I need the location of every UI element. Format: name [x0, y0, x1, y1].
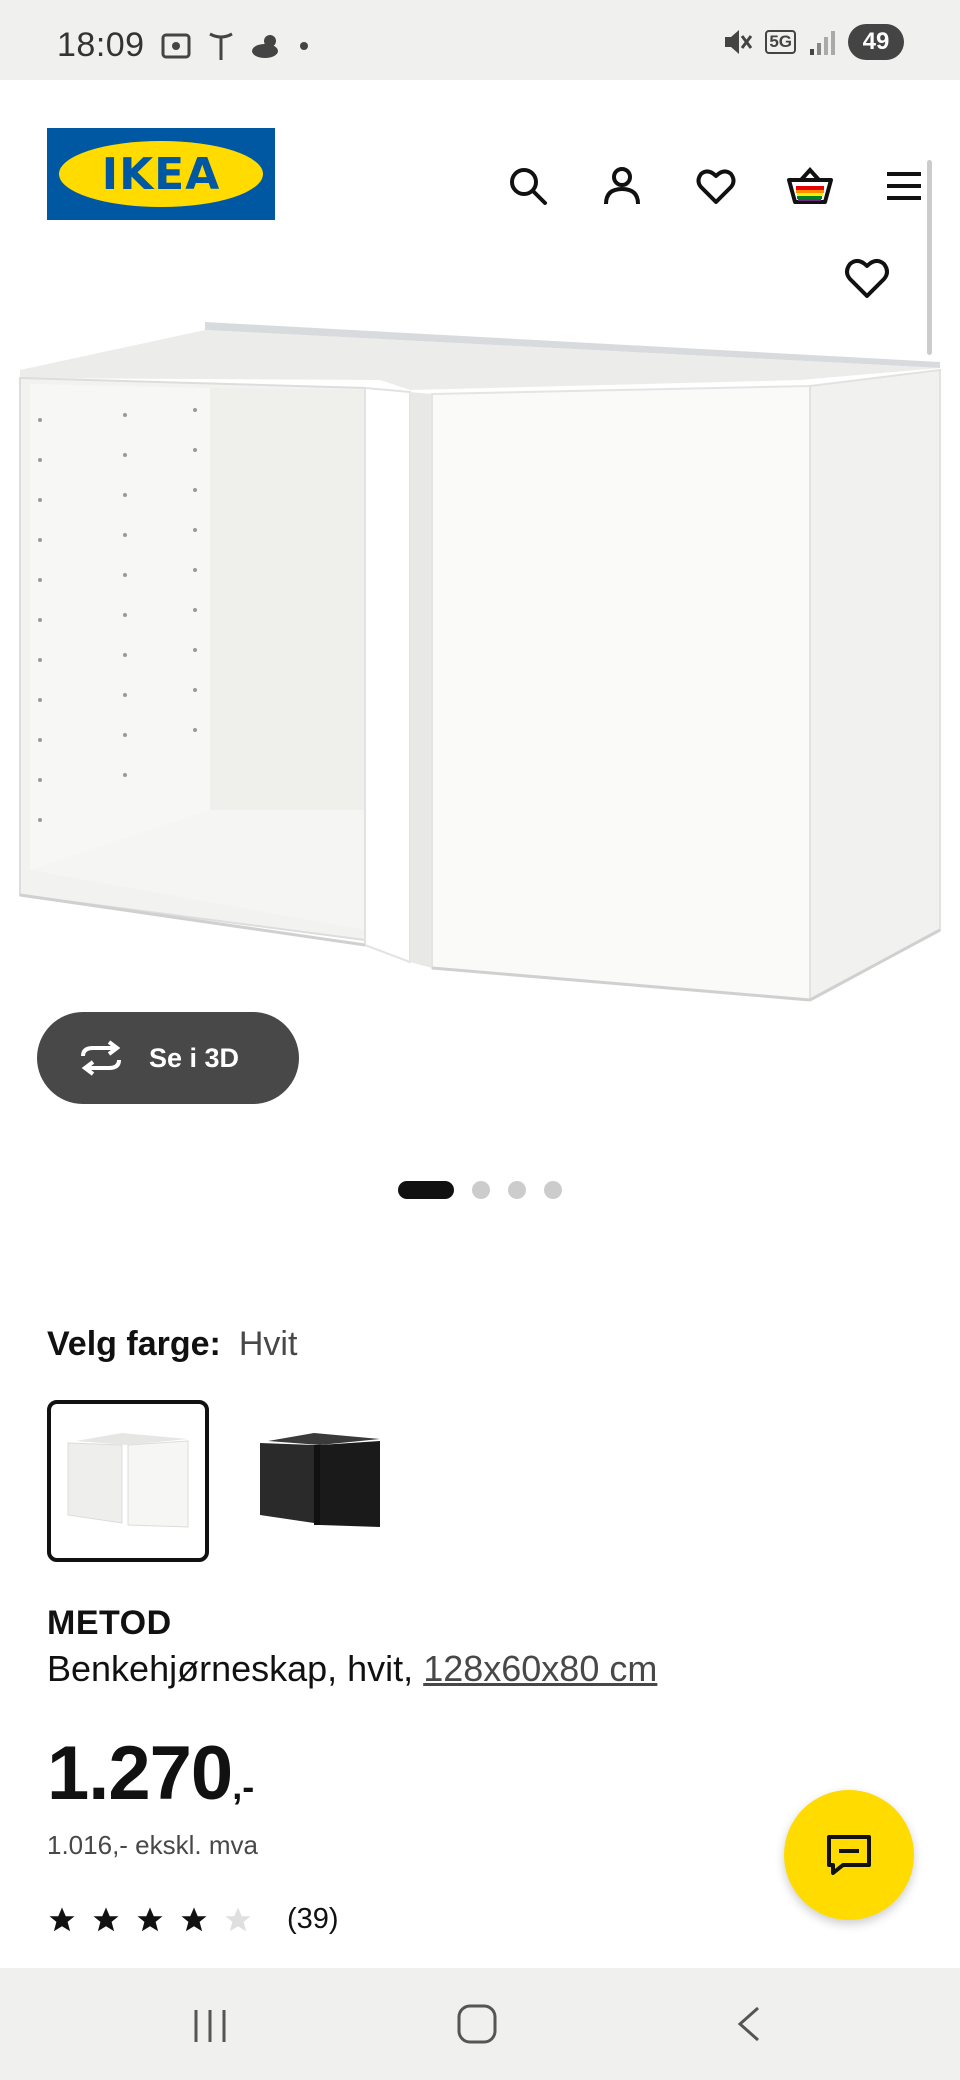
product-size-link[interactable]: 128x60x80 cm — [423, 1648, 657, 1689]
product-price: 1.270 ,- — [47, 1730, 254, 1817]
cart-button[interactable] — [774, 150, 846, 222]
color-value: Hvit — [238, 1325, 298, 1363]
account-icon — [604, 167, 640, 205]
system-navigation-bar — [0, 1968, 960, 2080]
chat-button[interactable] — [784, 1790, 914, 1920]
swatch-white[interactable] — [47, 1400, 209, 1562]
star-filled-icon — [137, 1907, 163, 1931]
view-in-3d-button[interactable]: Se i 3D — [37, 1012, 299, 1104]
weather-icon — [252, 35, 278, 58]
site-header: IKEA — [0, 80, 960, 270]
cart-icon — [787, 167, 833, 204]
product-name: METOD — [47, 1604, 172, 1642]
swatch-black[interactable] — [239, 1400, 401, 1562]
review-count: (39) — [287, 1903, 339, 1935]
product-rating[interactable]: (39) — [47, 1903, 339, 1936]
carousel-dot[interactable] — [472, 1181, 490, 1199]
home-icon[interactable] — [455, 2002, 499, 2046]
back-icon[interactable] — [730, 2004, 770, 2044]
status-time: 18:09 — [57, 26, 145, 64]
battery-indicator: 49 — [848, 24, 904, 60]
star-filled-icon — [93, 1907, 119, 1931]
network-badge: 5G — [765, 30, 796, 54]
star-filled-icon — [49, 1907, 75, 1931]
antenna-icon — [209, 32, 233, 60]
status-bar: 18:09 5G 49 — [0, 0, 960, 80]
status-system-icons: 5G 49 — [721, 24, 904, 60]
recent-apps-icon[interactable] — [190, 2006, 230, 2046]
ikea-logo[interactable]: IKEA — [47, 128, 275, 220]
price-value: 1.270 — [47, 1731, 233, 1816]
signal-icon — [810, 31, 835, 55]
price-ex-vat: 1.016,- ekskl. mva — [47, 1830, 258, 1860]
favourites-icon — [696, 169, 736, 204]
product-image[interactable] — [0, 310, 960, 1030]
product-description: Benkehjørneskap, hvit, 128x60x80 cm — [47, 1648, 657, 1690]
dot-icon — [300, 42, 308, 50]
swatch-black-thumbnail — [254, 1431, 386, 1531]
status-notification-icons — [160, 30, 310, 62]
carousel-dot[interactable] — [544, 1181, 562, 1199]
view-in-3d-label: Se i 3D — [149, 1042, 240, 1073]
price-suffix: ,- — [232, 1766, 255, 1807]
favourite-heart-icon[interactable] — [842, 252, 892, 302]
image-carousel-dots — [0, 1178, 960, 1202]
search-button[interactable] — [492, 150, 564, 222]
account-button[interactable] — [586, 150, 658, 222]
logo-text: IKEA — [101, 148, 221, 200]
color-label: Velg farge: — [47, 1325, 221, 1363]
menu-icon — [887, 172, 921, 200]
screenshot-icon — [161, 33, 191, 59]
header-actions — [492, 150, 940, 222]
color-selector-label: Velg farge: Hvit — [47, 1325, 297, 1364]
carousel-dot[interactable] — [398, 1181, 454, 1199]
color-swatches — [47, 1400, 401, 1562]
chat-icon — [827, 1835, 871, 1875]
favourites-button[interactable] — [680, 150, 752, 222]
logo-ellipse: IKEA — [59, 141, 263, 207]
star-filled-icon — [181, 1907, 207, 1931]
mute-icon — [725, 30, 753, 54]
rotate-3d-icon — [81, 1040, 121, 1076]
rating-stars — [47, 1905, 253, 1935]
product-type: Benkehjørneskap, hvit, — [47, 1648, 424, 1689]
star-empty-icon — [225, 1907, 251, 1931]
search-icon — [510, 168, 547, 205]
carousel-dot[interactable] — [508, 1181, 526, 1199]
swatch-white-thumbnail — [62, 1431, 194, 1531]
